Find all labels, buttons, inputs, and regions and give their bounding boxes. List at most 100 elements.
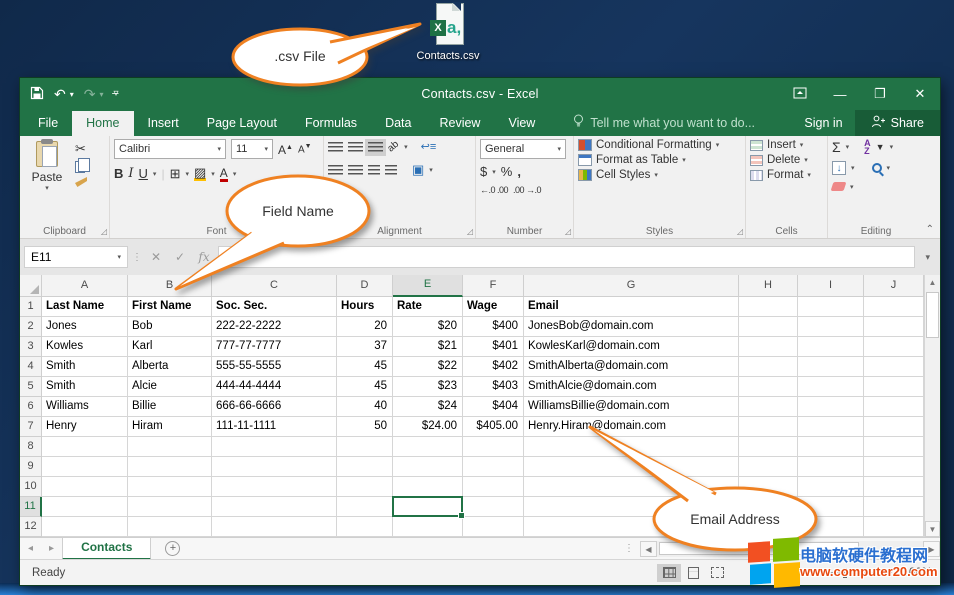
column-header-D[interactable]: D <box>337 275 393 297</box>
cell-D10[interactable] <box>337 477 393 497</box>
horizontal-scroll-track[interactable] <box>657 541 923 557</box>
comma-style-icon[interactable]: , <box>517 164 521 180</box>
cell-E2[interactable]: $20 <box>393 317 463 337</box>
tab-file[interactable]: File <box>20 111 72 136</box>
cell-H1[interactable] <box>739 297 798 317</box>
collapse-ribbon-icon[interactable]: ⌃ <box>926 224 934 235</box>
cell-C10[interactable] <box>212 477 337 497</box>
tab-insert[interactable]: Insert <box>134 111 193 136</box>
insert-cells-button[interactable]: Insert ▾ <box>750 139 823 151</box>
cell-B6[interactable]: Billie <box>128 397 212 417</box>
autosum-caret-icon[interactable]: ▾ <box>846 143 850 151</box>
scroll-left-icon[interactable]: ◀ <box>640 541 657 557</box>
formula-input[interactable] <box>218 246 915 268</box>
cell-B10[interactable] <box>128 477 212 497</box>
cell-B11[interactable] <box>128 497 212 517</box>
cell-C9[interactable] <box>212 457 337 477</box>
cell-H6[interactable] <box>739 397 798 417</box>
cell-H4[interactable] <box>739 357 798 377</box>
row-header-3[interactable]: 3 <box>20 337 42 357</box>
row-header-10[interactable]: 10 <box>20 477 42 497</box>
cell-A5[interactable]: Smith <box>42 377 128 397</box>
align-left-icon[interactable] <box>328 165 343 176</box>
decrease-indent-icon[interactable] <box>368 165 380 176</box>
cell-B1[interactable]: First Name <box>128 297 212 317</box>
decrease-font-icon[interactable]: A▼ <box>298 139 312 158</box>
row-header-11[interactable]: 11 <box>20 497 42 517</box>
zoom-slider-thumb[interactable] <box>843 568 847 578</box>
cell-F8[interactable] <box>463 437 524 457</box>
cell-F6[interactable]: $404 <box>463 397 524 417</box>
cell-D8[interactable] <box>337 437 393 457</box>
clear-caret-icon[interactable]: ▾ <box>850 183 854 191</box>
cell-D7[interactable]: 50 <box>337 417 393 437</box>
increase-font-icon[interactable]: A▲ <box>278 140 293 158</box>
autosum-icon[interactable]: Σ <box>832 139 841 155</box>
cell-H9[interactable] <box>739 457 798 477</box>
cell-E6[interactable]: $24 <box>393 397 463 417</box>
wrap-text-icon[interactable]: ↩≡ <box>421 139 437 155</box>
cell-B7[interactable]: Hiram <box>128 417 212 437</box>
column-header-A[interactable]: A <box>42 275 128 297</box>
cancel-icon[interactable]: ✕ <box>146 250 166 264</box>
increase-decimal-icon[interactable]: ←.0 .00 <box>480 185 508 195</box>
find-select-icon[interactable] <box>872 163 882 173</box>
cell-I5[interactable] <box>798 377 864 397</box>
row-header-6[interactable]: 6 <box>20 397 42 417</box>
cell-G2[interactable]: JonesBob@domain.com <box>524 317 739 337</box>
cell-G4[interactable]: SmithAlberta@domain.com <box>524 357 739 377</box>
cell-G5[interactable]: SmithAlcie@domain.com <box>524 377 739 397</box>
increase-indent-icon[interactable] <box>385 165 397 176</box>
align-center-icon[interactable] <box>348 165 363 176</box>
cell-D6[interactable]: 40 <box>337 397 393 417</box>
fill-caret-icon[interactable]: ▾ <box>851 164 855 172</box>
cell-F1[interactable]: Wage <box>463 297 524 317</box>
cell-H11[interactable] <box>739 497 798 517</box>
cell-C4[interactable]: 555-55-5555 <box>212 357 337 377</box>
cell-J2[interactable] <box>864 317 924 337</box>
cell-C11[interactable] <box>212 497 337 517</box>
cell-E4[interactable]: $22 <box>393 357 463 377</box>
sort-filter-icon[interactable]: AZ <box>864 139 871 155</box>
cell-A9[interactable] <box>42 457 128 477</box>
styles-dialog-launcher-icon[interactable]: ◿ <box>737 227 743 236</box>
scroll-right-icon[interactable]: ▶ <box>923 541 940 557</box>
cell-E9[interactable] <box>393 457 463 477</box>
number-format-dropdown[interactable]: General▾ <box>480 139 566 159</box>
cell-J1[interactable] <box>864 297 924 317</box>
row-header-2[interactable]: 2 <box>20 317 42 337</box>
row-header-8[interactable]: 8 <box>20 437 42 457</box>
restore-button[interactable]: ❐ <box>860 82 900 106</box>
cell-H8[interactable] <box>739 437 798 457</box>
sheet-tab-contacts[interactable]: Contacts <box>62 538 151 560</box>
fill-color-caret-icon[interactable]: ▾ <box>211 170 215 178</box>
borders-icon[interactable]: ⊞ <box>170 166 181 182</box>
clear-eraser-icon[interactable] <box>831 182 847 191</box>
new-sheet-icon[interactable]: + <box>165 541 180 556</box>
column-header-G[interactable]: G <box>524 275 739 297</box>
cell-styles-button[interactable]: Cell Styles ▾ <box>578 169 741 181</box>
cell-D11[interactable] <box>337 497 393 517</box>
cell-I11[interactable] <box>798 497 864 517</box>
bottom-align-icon[interactable] <box>368 142 383 153</box>
cell-E3[interactable]: $21 <box>393 337 463 357</box>
sheet-prev-icon[interactable]: ◂ <box>20 543 41 554</box>
italic-button[interactable]: I <box>128 166 133 182</box>
sort-filter-funnel-icon[interactable]: ▼ <box>876 139 885 155</box>
borders-caret-icon[interactable]: ▾ <box>185 170 189 178</box>
cell-E5[interactable]: $23 <box>393 377 463 397</box>
cell-D9[interactable] <box>337 457 393 477</box>
cell-B9[interactable] <box>128 457 212 477</box>
cell-C8[interactable] <box>212 437 337 457</box>
cell-H3[interactable] <box>739 337 798 357</box>
horizontal-scrollbar[interactable]: ◀ ▶ <box>640 541 940 557</box>
row-header-7[interactable]: 7 <box>20 417 42 437</box>
enter-icon[interactable]: ✓ <box>170 250 190 264</box>
merge-center-icon[interactable]: ▣ <box>412 162 424 178</box>
scroll-up-icon[interactable]: ▲ <box>925 275 940 291</box>
cell-J5[interactable] <box>864 377 924 397</box>
cell-I6[interactable] <box>798 397 864 417</box>
name-box[interactable]: E11 ▾ <box>24 246 128 268</box>
percent-style-icon[interactable]: % <box>501 164 513 180</box>
cell-A8[interactable] <box>42 437 128 457</box>
